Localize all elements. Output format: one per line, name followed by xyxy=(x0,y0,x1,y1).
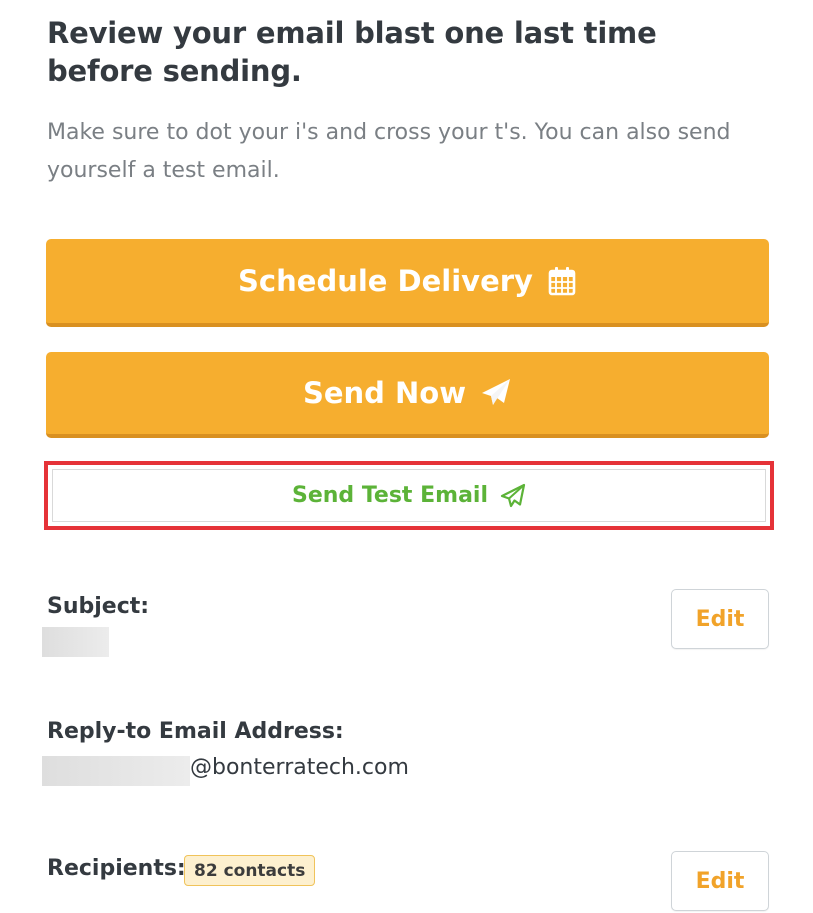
send-test-email-button[interactable]: Send Test Email xyxy=(52,469,766,522)
paper-plane-outline-icon xyxy=(500,483,526,509)
subject-label: Subject: xyxy=(47,594,150,619)
send-now-label: Send Now xyxy=(302,376,467,410)
send-now-button[interactable]: Send Now xyxy=(46,352,769,438)
reply-to-domain: @bonterratech.com xyxy=(190,755,409,780)
calendar-icon xyxy=(547,266,577,296)
reply-to-local-part-redacted xyxy=(42,756,190,786)
review-panel: Review your email blast one last time be… xyxy=(0,0,813,913)
edit-subject-label: Edit xyxy=(695,606,745,632)
recipients-count-badge: 82 contacts xyxy=(184,855,316,886)
recipients-label: Recipients: xyxy=(47,856,186,881)
schedule-delivery-label: Schedule Delivery xyxy=(238,264,533,298)
page-subtitle: Make sure to dot your i's and cross your… xyxy=(47,120,731,183)
reply-to-label: Reply-to Email Address: xyxy=(47,719,344,744)
edit-subject-button[interactable]: Edit xyxy=(671,589,769,649)
subject-value-redacted xyxy=(42,627,109,657)
edit-recipients-label: Edit xyxy=(695,868,745,894)
page-title: Review your email blast one last time be… xyxy=(47,16,657,88)
send-test-email-label: Send Test Email xyxy=(292,483,488,508)
edit-recipients-button[interactable]: Edit xyxy=(671,851,769,911)
paper-plane-icon xyxy=(480,377,512,409)
schedule-delivery-button[interactable]: Schedule Delivery xyxy=(46,239,769,327)
